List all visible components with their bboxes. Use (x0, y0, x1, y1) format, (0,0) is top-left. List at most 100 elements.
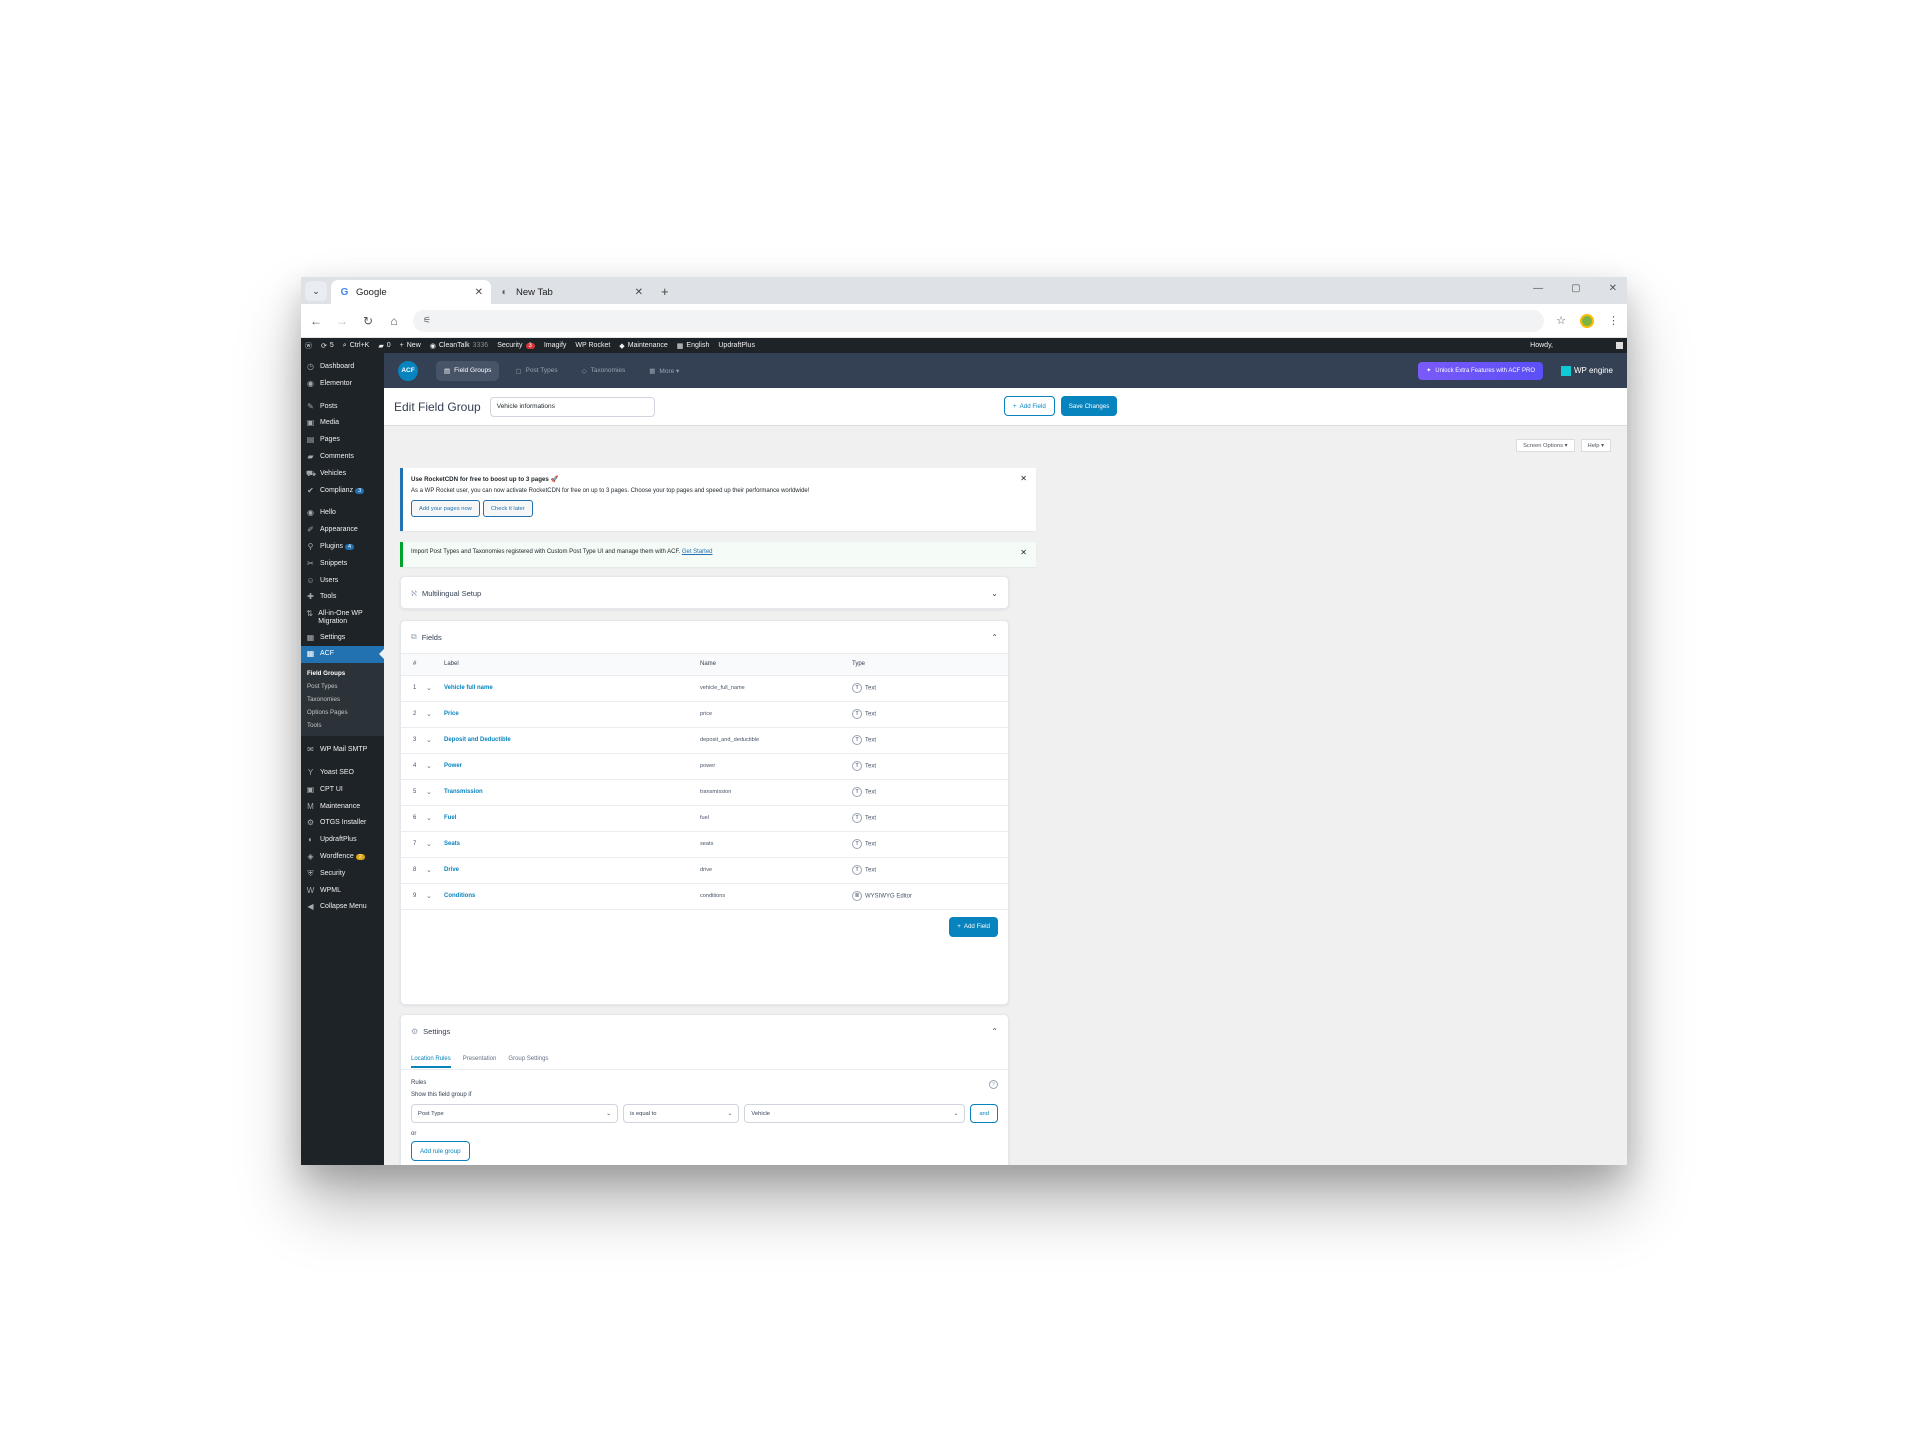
sidebar-item-acf[interactable]: ▦ ACF (301, 646, 384, 664)
chevron-down-icon[interactable]: ⌄ (426, 727, 444, 754)
new-tab-icon[interactable]: + (661, 284, 669, 299)
sidebar-item-security[interactable]: ⛨ Security (301, 866, 384, 883)
field-row[interactable]: 7 ⌄ Seats seats T Text (401, 831, 1008, 858)
acf-logo[interactable]: ACF (398, 360, 418, 381)
close-tab-icon[interactable]: ✕ (635, 287, 643, 298)
submenu-item[interactable]: Field Groups (301, 667, 384, 680)
profile-avatar[interactable] (1580, 313, 1594, 328)
sidebar-item-dashboard[interactable]: ◷ Dashboard (301, 359, 384, 376)
adminbar-item[interactable]: + New (400, 342, 421, 349)
home-icon[interactable]: ⌂ (387, 314, 401, 328)
chevron-up-icon[interactable]: ⌃ (991, 633, 998, 642)
sidebar-item-hello[interactable]: ◉ Hello (301, 505, 384, 522)
sidebar-item-wp-mail-smtp[interactable]: ✉ WP Mail SMTP (301, 742, 384, 759)
sidebar-item-pages[interactable]: ▤ Pages (301, 432, 384, 449)
kebab-menu-icon[interactable]: ⋮ (1608, 314, 1619, 327)
sidebar-item-otgs-installer[interactable]: ⚙ OTGS Installer (301, 815, 384, 832)
chevron-down-icon[interactable]: ⌄ (426, 883, 444, 910)
field-label-link[interactable]: Seats (444, 831, 700, 858)
add-field-button[interactable]: + Add Field (1004, 396, 1055, 416)
tab-location-rules[interactable]: Location Rules (411, 1056, 451, 1068)
help-button[interactable]: Help ▾ (1580, 439, 1611, 452)
sidebar-item-comments[interactable]: ▰ Comments (301, 449, 384, 466)
address-bar[interactable]: ⚟ (413, 309, 1545, 332)
adminbar-item[interactable]: UpdraftPlus (718, 342, 755, 349)
field-row[interactable]: 4 ⌄ Power power T Text (401, 753, 1008, 780)
forward-icon[interactable]: → (335, 314, 349, 328)
field-row[interactable]: 8 ⌄ Drive drive T Text (401, 857, 1008, 884)
sidebar-item-users[interactable]: ☺ Users (301, 573, 384, 590)
field-label-link[interactable]: Conditions (444, 883, 700, 910)
sidebar-item-yoast-seo[interactable]: Y Yoast SEO (301, 765, 384, 782)
chevron-down-icon[interactable]: ⌄ (426, 779, 444, 806)
tab-google[interactable]: G Google ✕ (331, 280, 491, 304)
tab-search-icon[interactable]: ⌄ (305, 281, 327, 301)
help-icon[interactable]: ? (989, 1080, 998, 1089)
sidebar-item-updraftplus[interactable]: ◐ UpdraftPlus (301, 832, 384, 849)
back-icon[interactable]: ← (309, 314, 323, 328)
field-label-link[interactable]: Price (444, 701, 700, 728)
adminbar-item[interactable]: ⟳ 5 (321, 342, 334, 350)
field-group-title-input[interactable]: Vehicle informations (489, 396, 655, 417)
chevron-down-icon[interactable]: ⌄ (426, 831, 444, 858)
submenu-item[interactable]: Options Pages (301, 706, 384, 719)
chevron-down-icon[interactable]: ⌄ (426, 753, 444, 780)
rule-param-select[interactable]: Post Type ⌄ (411, 1104, 619, 1123)
rule-value-select[interactable]: Vehicle ⌄ (744, 1104, 966, 1123)
adminbar-item[interactable]: ▦ English (677, 342, 710, 350)
sidebar-item-elementor[interactable]: ◉ Elementor (301, 376, 384, 393)
sidebar-item-collapse-menu[interactable]: ◀ Collapse Menu (301, 899, 384, 916)
settings-header[interactable]: ⚙ Settings ⌃ (401, 1015, 1008, 1048)
chevron-up-icon[interactable]: ⌃ (991, 1027, 998, 1036)
tab-new-tab[interactable]: ◐ New Tab ✕ (491, 280, 651, 304)
adminbar-item[interactable]: WP Rocket (575, 342, 610, 349)
field-row[interactable]: 3 ⌄ Deposit and Deductible deposit_and_dedu… (401, 727, 1008, 754)
sidebar-item-maintenance[interactable]: M Maintenance (301, 799, 384, 816)
minimize-icon[interactable]: — (1533, 283, 1543, 294)
fields-header[interactable]: ⧉ Fields ⌃ (401, 621, 1008, 654)
add-field-bottom-button[interactable]: + Add Field (949, 916, 998, 937)
sidebar-item-snippets[interactable]: ✂ Snippets (301, 556, 384, 573)
site-info-icon[interactable]: ⚟ (423, 315, 431, 326)
tab-presentation[interactable]: Presentation (463, 1056, 497, 1062)
chevron-down-icon[interactable]: ⌄ (991, 589, 998, 598)
rule-operator-select[interactable]: is equal to ⌄ (623, 1104, 740, 1123)
sidebar-item-wordfence[interactable]: ◈ Wordfence 2 (301, 849, 384, 866)
sidebar-item-appearance[interactable]: ✐ Appearance (301, 522, 384, 539)
adminbar-item[interactable]: Imagify (544, 342, 567, 349)
get-started-link[interactable]: Get Started (682, 549, 713, 555)
field-label-link[interactable]: Fuel (444, 805, 700, 832)
adminbar-item[interactable]: ◉ CleanTalk 3336 (430, 342, 488, 350)
screen-options-button[interactable]: Screen Options ▾ (1516, 439, 1575, 452)
howdy-account[interactable]: Howdy, (1530, 342, 1623, 349)
adminbar-item[interactable]: Security 3 (497, 342, 535, 349)
chevron-down-icon[interactable]: ⌄ (426, 675, 444, 702)
acf-nav-post-types[interactable]: ▢ Post Types (507, 361, 565, 381)
submenu-item[interactable]: Post Types (301, 680, 384, 693)
acf-nav-more[interactable]: ▦ More ▾ (641, 361, 687, 381)
sidebar-item-media[interactable]: ▣ Media (301, 415, 384, 432)
field-row[interactable]: 1 ⌄ Vehicle full name vehicle_full_name T Tex… (401, 675, 1008, 702)
sidebar-item-cpt-ui[interactable]: ▣ CPT UI (301, 782, 384, 799)
field-row[interactable]: 5 ⌄ Transmission transmission T Text (401, 779, 1008, 806)
sidebar-item-vehicles[interactable]: ⛟ Vehicles (301, 466, 384, 483)
adminbar-item[interactable]: ⓦ (305, 341, 312, 351)
adminbar-item[interactable]: ◆ Maintenance (619, 342, 667, 350)
add-rule-group-button[interactable]: Add rule group (411, 1141, 470, 1161)
acf-nav-field-groups[interactable]: ▤ Field Groups (436, 360, 500, 381)
submenu-item[interactable]: Taxonomies (301, 693, 384, 706)
field-label-link[interactable]: Deposit and Deductible (444, 727, 700, 754)
bookmark-star-icon[interactable]: ☆ (1556, 314, 1566, 327)
close-icon[interactable]: ✕ (1020, 474, 1027, 483)
multilingual-setup-header[interactable]: ℵ Multilingual Setup ⌄ (401, 577, 1008, 610)
field-label-link[interactable]: Transmission (444, 779, 700, 806)
unlock-pro-button[interactable]: ✦ Unlock Extra Features with ACF PRO (1418, 361, 1543, 380)
check-later-button[interactable]: Check it later (482, 500, 533, 517)
tab-group-settings[interactable]: Group Settings (508, 1056, 548, 1062)
sidebar-item-all-in-one-wp-migration[interactable]: ⇅ All-in-One WP Migration (301, 606, 384, 629)
and-button[interactable]: and (970, 1104, 998, 1123)
field-row[interactable]: 2 ⌄ Price price T Text (401, 701, 1008, 728)
chevron-down-icon[interactable]: ⌄ (426, 701, 444, 728)
adminbar-item[interactable]: ⌕ Ctrl+K (343, 342, 370, 350)
field-row[interactable]: 9 ⌄ Conditions conditions ≣ WYSIWYG Editor (401, 883, 1008, 910)
